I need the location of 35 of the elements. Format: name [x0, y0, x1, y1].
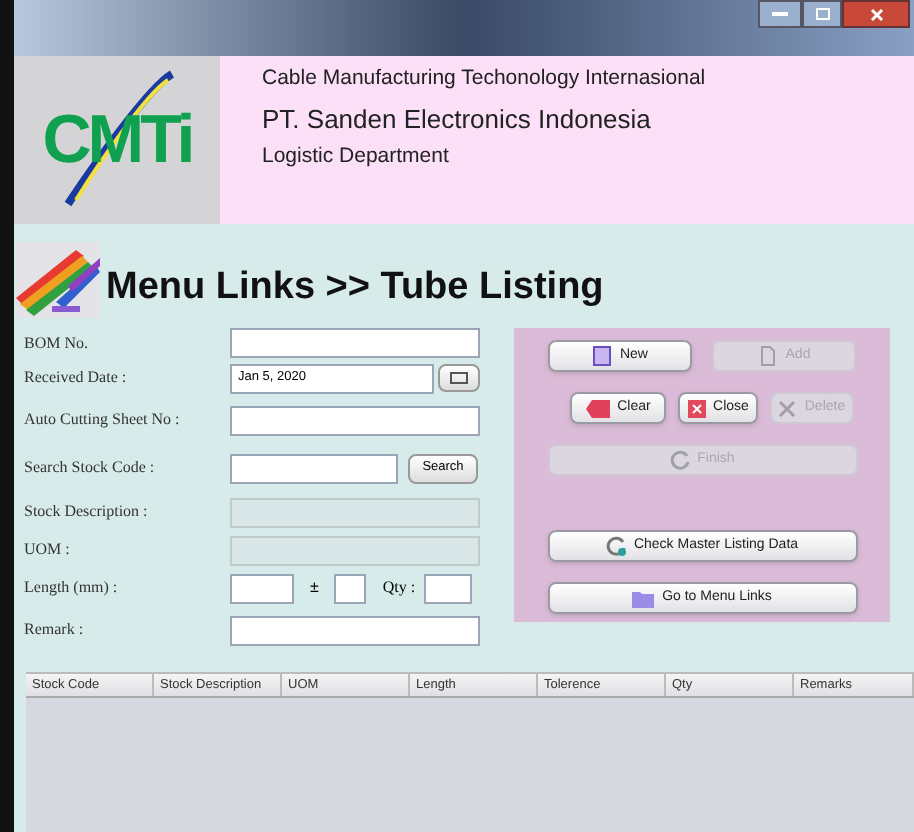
close-icon [778, 399, 797, 417]
field-label: BOM No. [24, 331, 91, 355]
refresh-icon [669, 450, 690, 470]
header-text: PT. Sanden Electronics Indonesia [262, 101, 653, 138]
field-label: Stock Description : [24, 500, 150, 524]
plus-minus-sign: ± [310, 576, 319, 600]
input-field[interactable] [230, 453, 398, 483]
header-text: Logistic Department [262, 142, 451, 173]
input-field[interactable] [230, 405, 480, 435]
field-label: Remark : [24, 618, 86, 642]
field-label: Qty : [382, 576, 416, 600]
input-field[interactable] [423, 573, 472, 603]
page-icon [757, 346, 778, 366]
input-field[interactable] [230, 573, 294, 603]
folder-icon [632, 589, 655, 607]
close-button[interactable] [842, 0, 910, 28]
minimize-button[interactable] [758, 0, 802, 28]
close-icon [869, 7, 883, 21]
refresh-icon [605, 536, 626, 556]
field-label: Length (mm) : [24, 576, 120, 600]
document-icon [591, 346, 612, 366]
field-label: Search Stock Code : [24, 456, 157, 480]
input-field[interactable] [230, 328, 480, 358]
page-title: Menu Links >> Tube Listing [106, 263, 604, 311]
close-icon [687, 399, 706, 417]
header-text: Cable Manufacturing Techonology Internasional [262, 64, 708, 94]
input-field[interactable] [230, 615, 480, 645]
input-field[interactable] [334, 573, 367, 603]
field-label: UOM : [24, 538, 72, 562]
field-label: Received Date : [24, 366, 129, 390]
calendar-icon [450, 372, 468, 384]
maximize-button[interactable] [802, 0, 842, 28]
tag-icon [585, 399, 610, 417]
field-label: Auto Cutting Sheet No : [24, 408, 182, 432]
calendar-button[interactable] [438, 364, 480, 392]
